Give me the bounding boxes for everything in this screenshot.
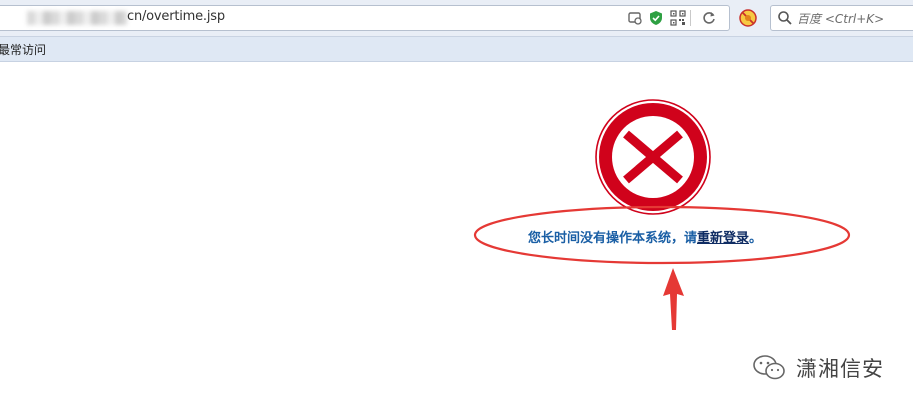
search-box[interactable]: 百度 <Ctrl+K> [770, 5, 913, 31]
message-suffix: 。 [749, 231, 763, 246]
search-icon [778, 11, 792, 25]
qr-code-icon[interactable] [670, 10, 686, 26]
reload-icon[interactable] [701, 10, 717, 26]
search-placeholder: 百度 <Ctrl+K> [797, 12, 885, 26]
shield-check-icon[interactable] [648, 10, 664, 26]
page-info-icon[interactable] [627, 10, 643, 26]
extension-icon[interactable] [739, 9, 757, 27]
bookmark-most-visited[interactable]: 最常访问 [0, 41, 46, 58]
wechat-logo-icon [753, 355, 785, 380]
bookmarks-bar: 最常访问 [0, 37, 913, 62]
url-text[interactable]: cn/overtime.jsp [127, 9, 225, 24]
timeout-message: 您长时间没有操作本系统，请重新登录。 [528, 227, 762, 246]
toolbar-separator [690, 10, 691, 26]
watermark-text: 潇湘信安 [796, 357, 884, 381]
browser-toolbar: cn/overtime.jsp 百度 <Ctrl+K> [0, 0, 913, 37]
message-text: 您长时间没有操作本系统，请 [528, 231, 698, 246]
stop-sign-icon [595, 99, 711, 215]
address-bar[interactable]: cn/overtime.jsp [0, 5, 730, 31]
blurred-hostname [27, 11, 127, 25]
relogin-link[interactable]: 重新登录 [697, 231, 749, 246]
